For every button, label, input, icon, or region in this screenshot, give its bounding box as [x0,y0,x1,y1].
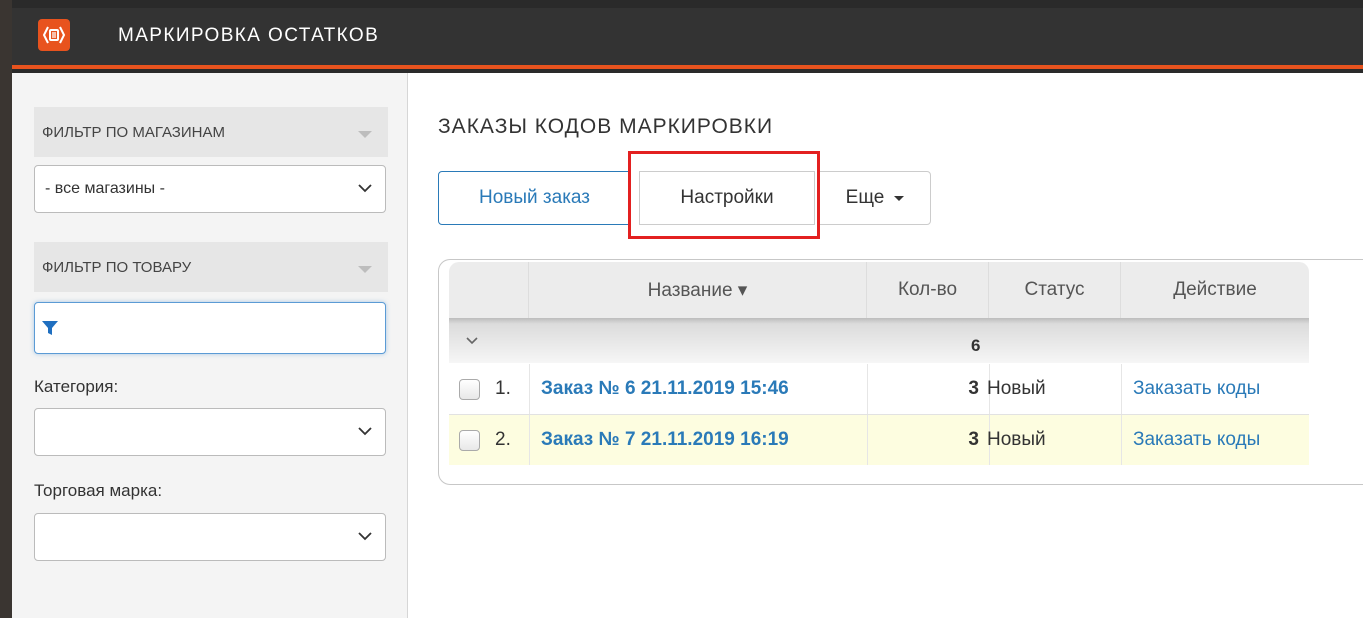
chevron-down-icon [358,532,372,541]
group-row: 6 [449,318,1309,363]
more-button-label: Еще [845,187,885,208]
shop-filter-heading-label: ФИЛЬТР ПО МАГАЗИНАМ [42,123,225,141]
more-dropdown-button[interactable]: Еще [819,171,931,225]
row-checkbox[interactable] [459,379,480,400]
product-filter-heading-label: ФИЛЬТР ПО ТОВАРУ [42,258,192,276]
group-total-qty: 6 [971,336,981,355]
table-row: 1. Заказ № 6 21.11.2019 15:46 3 Новый За… [449,364,1309,415]
shop-select-value: - все магазины - [45,180,165,197]
table-header: Название ▾ Кол-во Статус Действие [449,262,1309,318]
brand-label: Торговая марка: [34,481,163,500]
order-status: Новый [987,429,1046,450]
order-qty: 3 [968,378,979,399]
desktop-edge [0,0,12,618]
column-header-qty[interactable]: Кол-во [867,262,989,318]
chevron-down-icon[interactable] [465,336,479,346]
orders-table: Название ▾ Кол-во Статус Действие 6 1. З… [438,259,1363,485]
order-status: Новый [987,378,1046,399]
product-filter-input[interactable] [34,302,386,354]
highlight-frame [628,151,820,239]
shop-filter-heading[interactable]: ФИЛЬТР ПО МАГАЗИНАМ [34,107,388,157]
order-codes-link[interactable]: Заказать коды [1133,364,1260,414]
caret-down-icon[interactable] [358,266,372,273]
order-name-link[interactable]: Заказ № 6 21.11.2019 15:46 [541,364,789,414]
category-label: Категория: [34,377,119,396]
column-header-action[interactable]: Действие [1121,262,1309,318]
marking-box-icon[interactable] [38,19,70,51]
column-divider [529,364,530,414]
new-order-button[interactable]: Новый заказ [438,171,631,225]
funnel-icon [42,321,58,335]
caret-down-icon [894,195,905,201]
column-divider [529,415,530,465]
caret-down-icon[interactable] [358,131,372,138]
column-divider [1121,364,1122,414]
row-number: 1. [495,378,511,399]
chevron-down-icon [358,427,372,436]
order-qty: 3 [968,429,979,450]
shop-select[interactable]: - все магазины - [34,165,386,213]
checkbox-column-header [449,262,529,318]
order-name-link[interactable]: Заказ № 7 21.11.2019 16:19 [541,415,789,465]
app-header: МАРКИРОВКА ОСТАТКОВ [12,8,1363,69]
app-title: МАРКИРОВКА ОСТАТКОВ [118,25,380,46]
column-header-name[interactable]: Название ▾ [529,262,867,318]
row-checkbox[interactable] [459,430,480,451]
table-row: 2. Заказ № 7 21.11.2019 16:19 3 Новый За… [449,415,1309,465]
chevron-down-icon [358,184,372,193]
order-codes-link[interactable]: Заказать коды [1133,415,1260,465]
category-select[interactable] [34,408,386,456]
brand-select[interactable] [34,513,386,561]
page-title: ЗАКАЗЫ КОДОВ МАРКИРОВКИ [438,115,774,138]
row-number: 2. [495,429,511,450]
column-header-status[interactable]: Статус [989,262,1121,318]
content-area: ФИЛЬТР ПО МАГАЗИНАМ - все магазины - ФИЛ… [12,73,1363,618]
sidebar: ФИЛЬТР ПО МАГАЗИНАМ - все магазины - ФИЛ… [12,73,408,618]
product-filter-heading[interactable]: ФИЛЬТР ПО ТОВАРУ [34,242,388,292]
column-divider [1121,415,1122,465]
